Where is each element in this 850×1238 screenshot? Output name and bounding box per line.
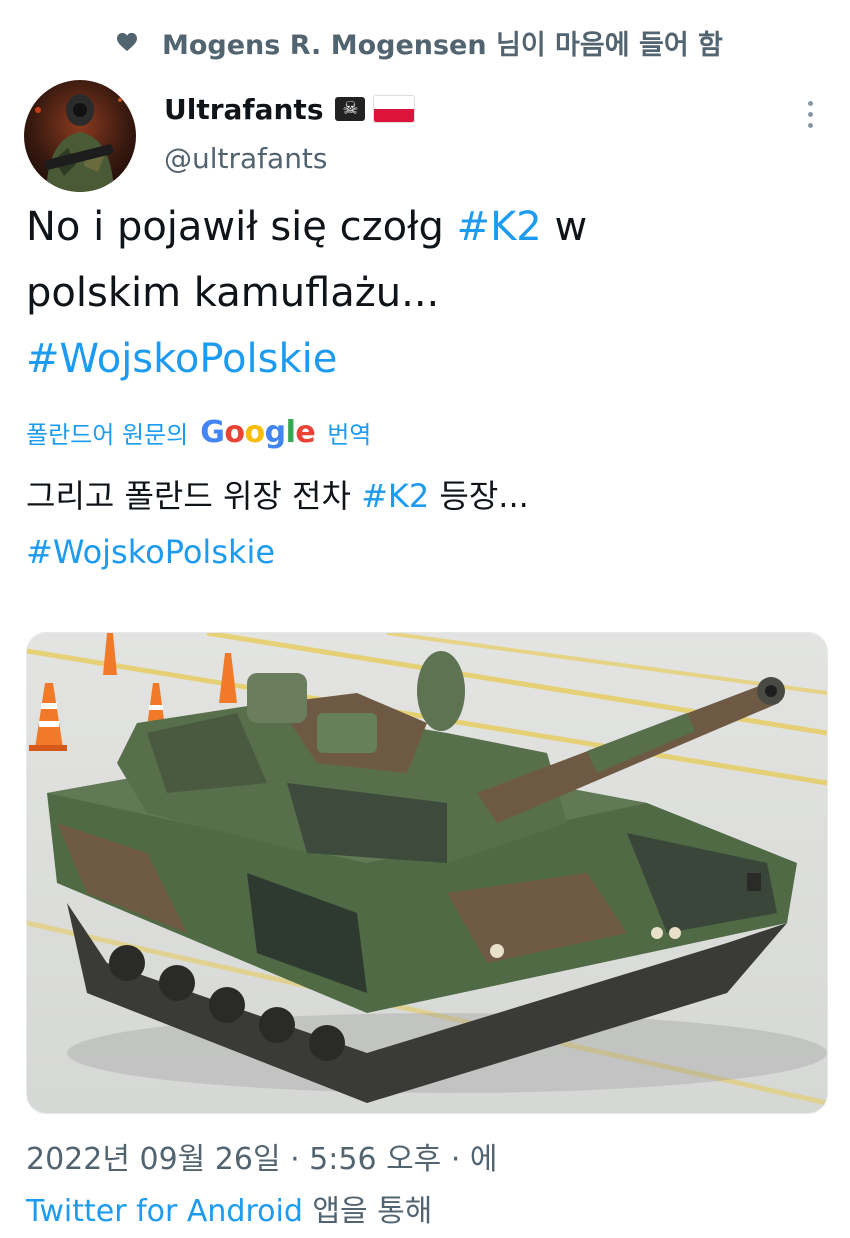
translation-label-suffix: 번역 — [327, 420, 372, 449]
tweet-text-line1: No i pojawił się czołg — [26, 204, 457, 250]
skull-flag-icon: ☠ — [335, 97, 366, 121]
liked-by-row[interactable]: Mogens R. Mogensen 님이 마음에 들어 함 — [116, 22, 723, 62]
tweet-timestamp[interactable]: 2022년 09월 26일 · 5:56 오후 · 에 — [26, 1142, 498, 1177]
display-name[interactable]: Ultrafants — [164, 93, 323, 126]
more-options-button[interactable] — [790, 94, 830, 134]
translated-text-line1: 그리고 폴란드 위장 전차 — [26, 477, 362, 515]
hashtag-k2-link[interactable]: #K2 — [457, 204, 542, 250]
more-dot-icon — [807, 111, 813, 117]
tweet-text-line2: polskim kamuflażu... — [26, 270, 440, 316]
tweet-source-suffix: 앱을 통해 — [302, 1194, 433, 1229]
tank-photo — [27, 633, 827, 1113]
more-dot-icon — [807, 122, 813, 128]
poland-flag-icon — [373, 95, 416, 123]
tweet-media-image[interactable] — [26, 632, 828, 1114]
more-dot-icon — [807, 100, 813, 106]
translated-text-suffix: 등장... — [429, 477, 529, 515]
tweet-text: No i pojawił się czołg #K2 w polskim kam… — [26, 194, 826, 392]
translated-text: 그리고 폴란드 위장 전차 #K2 등장... #WojskoPolskie — [26, 468, 826, 580]
tweet-meta: 2022년 09월 26일 · 5:56 오후 · 에 Twitter for … — [26, 1134, 826, 1238]
translated-hashtag-k2-link[interactable]: #K2 — [361, 477, 429, 515]
translated-hashtag-wojskopolskie-link[interactable]: #WojskoPolskie — [26, 533, 275, 571]
google-logo: Google — [200, 414, 316, 450]
translation-label-prefix: 폴란드어 원문의 — [26, 420, 189, 449]
liked-by-text: Mogens R. Mogensen 님이 마음에 들어 함 — [162, 29, 723, 61]
author-name-row[interactable]: Ultrafants ☠ — [164, 86, 416, 132]
tweet-source-link[interactable]: Twitter for Android — [26, 1194, 303, 1229]
avatar[interactable] — [24, 80, 136, 192]
translation-label[interactable]: 폴란드어 원문의 Google 번역 — [26, 410, 371, 454]
hashtag-wojskopolskie-link[interactable]: #WojskoPolskie — [26, 336, 337, 382]
author-handle[interactable]: @ultrafants — [164, 142, 328, 175]
tweet-text-line1-suffix: w — [541, 204, 588, 250]
heart-icon — [117, 32, 137, 52]
